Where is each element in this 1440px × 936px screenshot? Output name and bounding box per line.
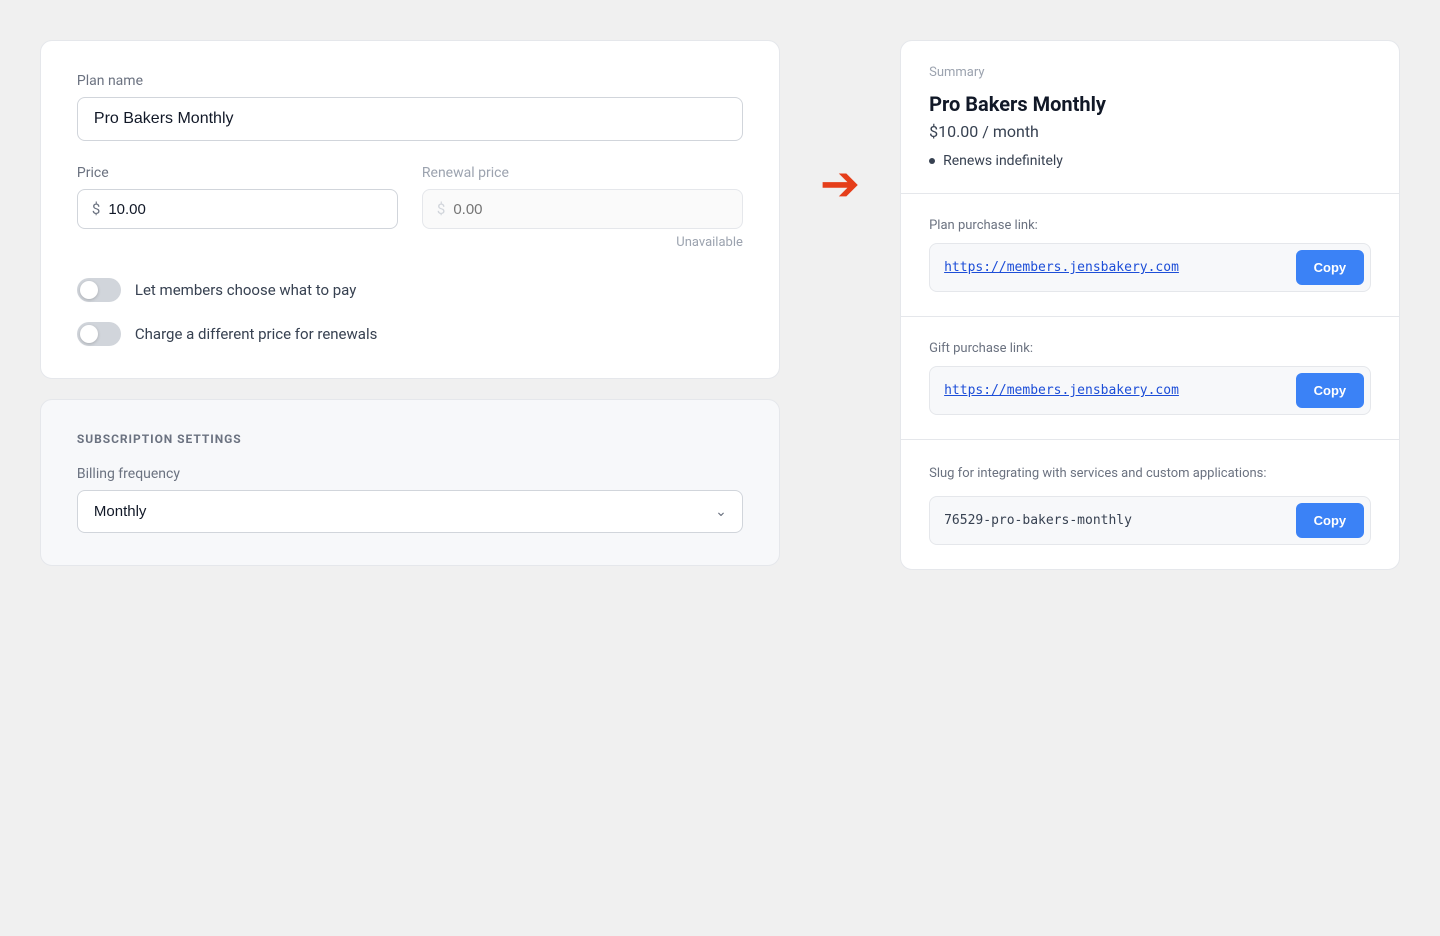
plan-name-input[interactable] xyxy=(77,97,743,141)
renewal-price-field: Renewal price $ Unavailable xyxy=(422,165,743,250)
slug-section: Slug for integrating with services and c… xyxy=(901,440,1399,569)
toggle-thumb-1 xyxy=(80,281,98,299)
billing-frequency-select-wrapper: Monthly Yearly Quarterly ⌄ xyxy=(77,490,743,533)
renewal-dollar-sign: $ xyxy=(437,200,445,218)
plan-purchase-copy-button[interactable]: Copy xyxy=(1296,250,1365,285)
arrow-container: ➔ xyxy=(820,40,860,208)
slug-section-label: Slug for integrating with services and c… xyxy=(929,464,1371,484)
plan-details-card: Plan name Price $ Renewal price $ Unavai… xyxy=(40,40,780,379)
price-label: Price xyxy=(77,165,398,181)
subscription-settings-card: SUBSCRIPTION SETTINGS Billing frequency … xyxy=(40,399,780,566)
gift-purchase-url: https://members.jensbakery.com xyxy=(930,371,1290,410)
toggles-section: Let members choose what to pay Charge a … xyxy=(77,278,743,346)
slug-value: 76529-pro-bakers-monthly xyxy=(930,501,1290,540)
renewal-price-label: Renewal price xyxy=(422,165,743,181)
price-input[interactable] xyxy=(108,201,383,218)
plan-purchase-url: https://members.jensbakery.com xyxy=(930,248,1290,287)
gift-purchase-copy-button[interactable]: Copy xyxy=(1296,373,1365,408)
slug-copy-button[interactable]: Copy xyxy=(1296,503,1365,538)
price-dollar-sign: $ xyxy=(92,200,100,218)
plan-purchase-label: Plan purchase link: xyxy=(929,218,1371,233)
members-choose-toggle[interactable] xyxy=(77,278,121,302)
right-panel: Summary Pro Bakers Monthly $10.00 / mont… xyxy=(900,40,1400,570)
plan-purchase-link-section: Plan purchase link: https://members.jens… xyxy=(901,194,1399,317)
gift-purchase-link-section: Gift purchase link: https://members.jens… xyxy=(901,317,1399,440)
gift-purchase-label: Gift purchase link: xyxy=(929,341,1371,356)
slug-row: 76529-pro-bakers-monthly Copy xyxy=(929,496,1371,545)
summary-header-section: Summary Pro Bakers Monthly $10.00 / mont… xyxy=(901,41,1399,194)
price-input-wrapper: $ xyxy=(77,189,398,229)
summary-plan-price: $10.00 / month xyxy=(929,122,1371,141)
toggle-row-1: Let members choose what to pay xyxy=(77,278,743,302)
plan-name-label: Plan name xyxy=(77,73,743,89)
toggle-thumb-2 xyxy=(80,325,98,343)
renewal-price-input[interactable] xyxy=(453,201,728,218)
toggle-2-label: Charge a different price for renewals xyxy=(135,325,377,343)
price-field: Price $ xyxy=(77,165,398,250)
gift-purchase-link-row: https://members.jensbakery.com Copy xyxy=(929,366,1371,415)
toggle-row-2: Charge a different price for renewals xyxy=(77,322,743,346)
left-panel: Plan name Price $ Renewal price $ Unavai… xyxy=(40,40,780,566)
red-arrow-icon: ➔ xyxy=(820,160,860,208)
renews-item: Renews indefinitely xyxy=(929,153,1371,169)
price-row: Price $ Renewal price $ Unavailable xyxy=(77,165,743,250)
renews-text: Renews indefinitely xyxy=(943,153,1063,169)
different-price-toggle[interactable] xyxy=(77,322,121,346)
unavailable-text: Unavailable xyxy=(422,235,743,250)
summary-plan-title: Pro Bakers Monthly xyxy=(929,92,1371,116)
plan-purchase-link-row: https://members.jensbakery.com Copy xyxy=(929,243,1371,292)
summary-card: Summary Pro Bakers Monthly $10.00 / mont… xyxy=(900,40,1400,570)
billing-frequency-label: Billing frequency xyxy=(77,466,743,482)
renews-bullet xyxy=(929,158,935,164)
subscription-settings-heading: SUBSCRIPTION SETTINGS xyxy=(77,432,743,446)
renewal-input-wrapper: $ xyxy=(422,189,743,229)
summary-label: Summary xyxy=(929,65,1371,80)
toggle-1-label: Let members choose what to pay xyxy=(135,281,356,299)
billing-frequency-select[interactable]: Monthly Yearly Quarterly xyxy=(77,490,743,533)
